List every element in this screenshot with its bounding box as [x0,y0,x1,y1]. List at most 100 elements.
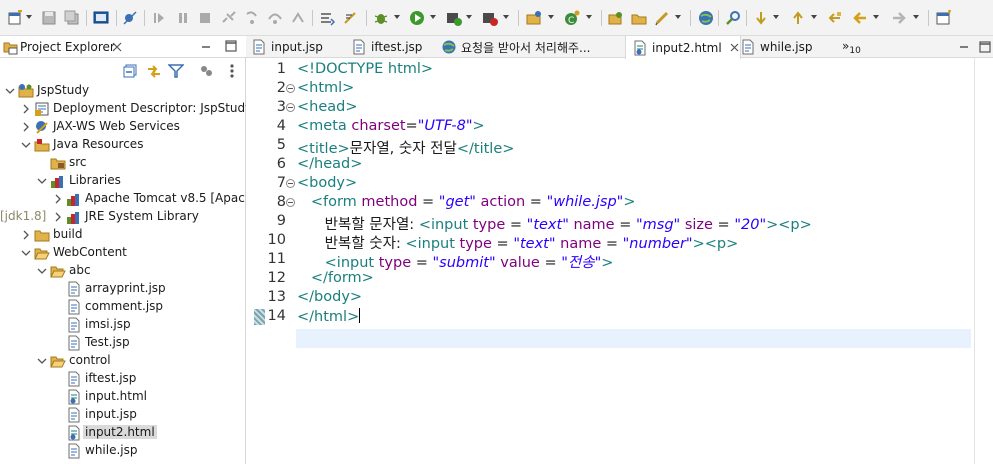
tree-item[interactable]: imsi.jsp [0,316,246,334]
project-explorer-tab[interactable]: Project Explorer [0,36,246,58]
tree-item[interactable]: src [0,154,246,172]
close-icon[interactable] [112,42,122,52]
disconnect-icon[interactable] [220,9,238,27]
tree-item[interactable]: Apache Tomcat v8.5 [Apache [0,190,246,208]
search-dropdown-arrow-icon[interactable] [675,15,681,19]
new-dropdown-arrow-icon[interactable] [26,15,32,19]
tree-item[interactable]: Libraries [0,172,246,190]
save-icon[interactable] [40,9,58,27]
new-wizard-icon[interactable] [6,9,24,27]
chevron-right-icon[interactable] [21,229,31,240]
run-dropdown-arrow-icon[interactable] [430,15,436,19]
fold-toggle-icon[interactable] [286,103,295,112]
chevron-right-icon[interactable] [53,193,63,204]
tree-item[interactable]: input.jsp [0,406,246,424]
tabs-overflow[interactable]: »10 [842,39,861,56]
open-task-icon[interactable] [342,9,360,27]
open-perspective-icon[interactable] [935,9,953,27]
chevron-down-icon[interactable] [5,85,15,95]
search-pen-icon[interactable] [653,9,671,27]
tree-item[interactable]: JRE System Library [jdk1.8] [0,208,246,226]
tree-item[interactable]: arrayprint.jsp [0,280,246,298]
new-class-icon[interactable]: C [563,9,581,27]
debug-icon[interactable] [372,9,390,27]
fold-toggle-icon[interactable] [286,179,295,188]
tree-item[interactable]: Test.jsp [0,334,246,352]
debug-dropdown-arrow-icon[interactable] [394,15,400,19]
new-class-dropdown-arrow-icon[interactable] [586,15,592,19]
forward-dropdown-arrow-icon[interactable] [913,15,919,19]
run-server-dropdown-arrow-icon[interactable] [466,15,472,19]
step-over-icon[interactable] [266,9,284,27]
new-java-project-icon[interactable] [525,9,543,27]
tree-item[interactable]: control [0,352,246,370]
use-step-filters-icon[interactable] [318,9,336,27]
vertical-scrollbar[interactable] [974,58,993,464]
editor-tab[interactable]: while.jsp [740,36,818,58]
tree-item[interactable]: build [0,226,246,244]
editor-tab[interactable]: input.jsp [251,36,343,58]
resume-icon[interactable] [150,9,168,27]
external-tools-dropdown-arrow-icon[interactable] [503,15,509,19]
search-icon[interactable] [724,9,742,27]
editor-maximize-icon[interactable] [979,41,991,53]
chevron-right-icon[interactable] [21,103,31,114]
tree-item[interactable]: Java Resources [0,136,246,154]
chevron-down-icon[interactable] [21,247,31,257]
open-type-icon[interactable] [607,9,625,27]
back-dropdown-arrow-icon[interactable] [873,15,879,19]
editor-tab[interactable]: 요청을 받아서 처리해주... [441,36,617,58]
chevron-down-icon[interactable] [37,175,47,185]
new-project-dropdown-arrow-icon[interactable] [548,15,554,19]
collapse-all-icon[interactable] [123,64,137,78]
tree-item[interactable]: iftest.jsp [0,370,246,388]
tree-item[interactable]: WebContent [0,244,246,262]
minimize-icon[interactable] [201,43,211,53]
back-icon[interactable] [851,9,869,27]
code-editor[interactable]: 1 2 3 4 5 6 7 8 9 10 11 12 13 14 <!DOCTYPE html> <html… [246,58,993,464]
chevron-down-icon[interactable] [37,355,47,365]
tree-item[interactable]: JspStudy [0,82,246,100]
previous-annotation-icon[interactable] [789,9,807,27]
run-icon[interactable] [408,9,426,27]
skip-breakpoints-icon[interactable] [121,9,139,27]
save-all-icon[interactable] [63,9,81,27]
fold-toggle-icon[interactable] [286,84,295,93]
last-edit-location-icon[interactable] [826,9,844,27]
maximize-icon[interactable] [225,40,237,52]
forward-icon[interactable] [890,9,908,27]
code-token: <body> [297,175,358,191]
tree-item[interactable]: input.html [0,388,246,406]
chevron-right-icon[interactable] [53,211,63,222]
editor-tab[interactable]: input2.html [625,36,741,59]
external-tools-icon[interactable] [481,9,499,27]
previous-annotation-dropdown-arrow-icon[interactable] [811,15,817,19]
step-into-icon[interactable] [243,9,261,27]
run-server-icon[interactable] [445,9,463,27]
step-return-icon[interactable] [289,9,307,27]
chevron-down-icon[interactable] [21,139,31,149]
close-icon[interactable] [730,41,739,55]
open-folder-icon[interactable] [630,9,648,27]
filter-icon[interactable] [168,63,184,79]
next-annotation-icon[interactable] [752,9,770,27]
editor-minimize-icon[interactable] [959,44,969,50]
tree-item[interactable]: while.jsp [0,442,246,460]
tree-item[interactable]: input2.html [0,424,246,442]
tree-item[interactable]: abc [0,262,246,280]
next-annotation-dropdown-arrow-icon[interactable] [773,15,779,19]
view-menu-icon[interactable] [228,63,236,79]
chevron-down-icon[interactable] [37,265,47,275]
globe-icon[interactable] [697,9,715,27]
tree-item[interactable]: comment.jsp [0,298,246,316]
tree-item[interactable]: Deployment Descriptor: JspStudy [0,100,246,118]
suspend-icon[interactable] [174,9,192,27]
focus-icon[interactable] [199,64,213,78]
link-with-editor-icon[interactable] [146,63,162,79]
chevron-right-icon[interactable] [21,121,31,132]
fold-toggle-icon[interactable] [286,198,295,207]
terminal-icon[interactable] [92,9,110,27]
terminate-icon[interactable] [196,9,214,27]
editor-tab[interactable]: iftest.jsp [351,36,433,58]
tree-item[interactable]: JAX-WS Web Services [0,118,246,136]
